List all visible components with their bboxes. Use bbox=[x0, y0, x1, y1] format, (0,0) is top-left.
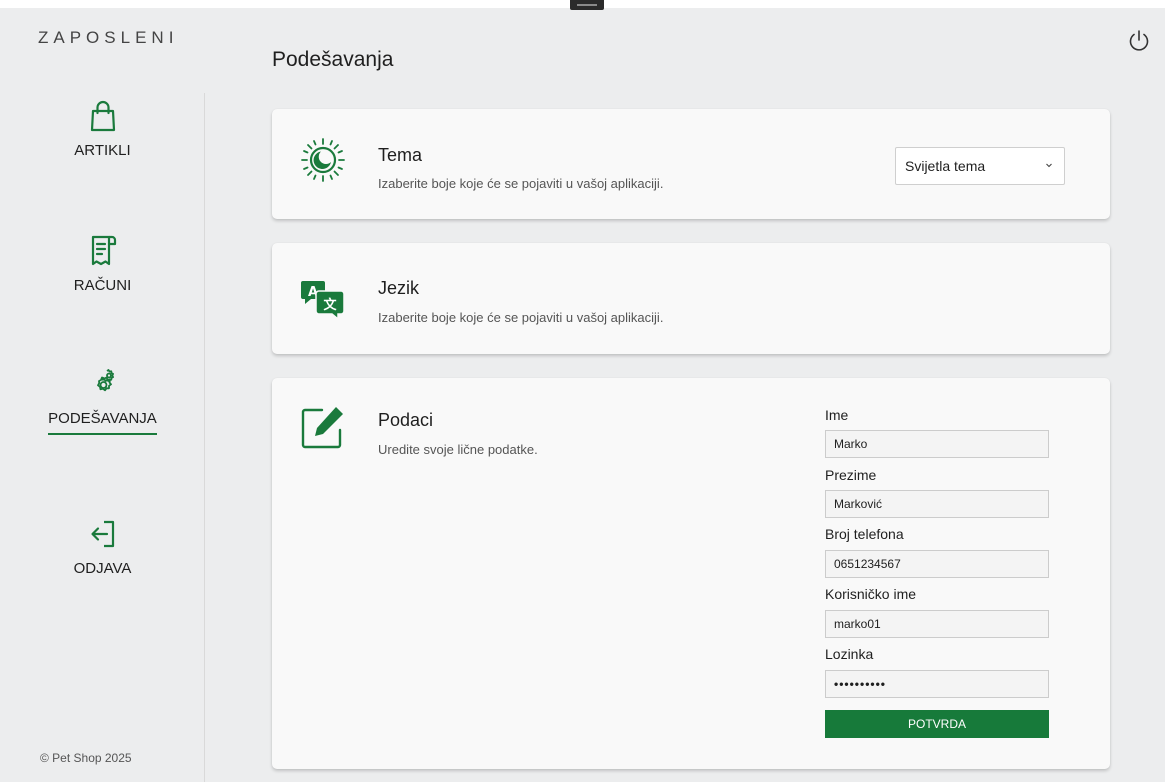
window-drag-handle[interactable] bbox=[570, 0, 604, 10]
profile-title: Podaci bbox=[378, 410, 434, 430]
sidebar-item-label: ODJAVA bbox=[73, 560, 132, 577]
gears-icon bbox=[96, 369, 114, 392]
theme-description: Izaberite boje koje će se pojaviti u vaš… bbox=[378, 176, 664, 191]
sidebar-item-racuni[interactable]: RAČUNI bbox=[0, 233, 205, 294]
confirm-button[interactable]: POTVRDA bbox=[825, 710, 1049, 738]
brand-title: ZAPOSLENI bbox=[38, 28, 179, 47]
logout-icon bbox=[90, 520, 114, 548]
last-name-field[interactable] bbox=[825, 490, 1049, 518]
theme-select[interactable]: Svijetla tema bbox=[895, 147, 1065, 185]
sidebar: ZAPOSLENI ARTIKLI RAČUNI PODEŠAVANJA ODJ… bbox=[0, 8, 205, 782]
password-label: Lozinka bbox=[825, 646, 874, 662]
chevron-down-icon bbox=[1046, 163, 1052, 168]
sidebar-item-label: PODEŠAVANJA bbox=[48, 410, 157, 435]
app-window: ZAPOSLENI ARTIKLI RAČUNI PODEŠAVANJA ODJ… bbox=[0, 0, 1165, 782]
translate-icon: A 文 bbox=[301, 281, 345, 321]
sidebar-divider bbox=[204, 93, 205, 782]
sidebar-item-artikli[interactable]: ARTIKLI bbox=[0, 98, 205, 159]
language-title: Jezik bbox=[378, 278, 420, 298]
sidebar-item-odjava[interactable]: ODJAVA bbox=[0, 516, 205, 577]
shopping-bag-icon bbox=[90, 100, 115, 132]
password-field[interactable] bbox=[825, 670, 1049, 698]
power-icon[interactable] bbox=[1126, 28, 1152, 54]
sidebar-item-label: ARTIKLI bbox=[74, 142, 131, 159]
sidebar-item-podesavanja[interactable]: PODEŠAVANJA bbox=[0, 366, 205, 435]
first-name-field[interactable] bbox=[825, 430, 1049, 458]
username-field[interactable] bbox=[825, 610, 1049, 638]
first-name-label: Ime bbox=[825, 407, 849, 423]
sidebar-item-label: RAČUNI bbox=[73, 277, 132, 294]
theme-select-value: Svijetla tema bbox=[905, 158, 986, 174]
language-description: Izaberite boje koje će se pojaviti u vaš… bbox=[378, 310, 664, 325]
last-name-label: Prezime bbox=[825, 467, 877, 483]
language-card: A 文 Jezik Izaberite boje koje će se poja… bbox=[272, 243, 1110, 354]
profile-description: Uredite svoje lične podatke. bbox=[378, 442, 538, 457]
copyright: © Pet Shop 2025 bbox=[40, 751, 132, 765]
page-title: Podešavanja bbox=[272, 48, 394, 71]
theme-card: Tema Izaberite boje koje će se pojaviti … bbox=[272, 109, 1110, 219]
svg-text:文: 文 bbox=[323, 297, 337, 313]
profile-card: Podaci Uredite svoje lične podatke. Ime … bbox=[272, 378, 1110, 769]
theme-icon bbox=[301, 138, 345, 182]
phone-label: Broj telefona bbox=[825, 526, 904, 542]
receipt-icon bbox=[91, 235, 116, 266]
phone-field[interactable] bbox=[825, 550, 1049, 578]
username-label: Korisničko ime bbox=[825, 586, 917, 602]
theme-title: Tema bbox=[378, 145, 423, 165]
edit-icon bbox=[301, 407, 343, 449]
